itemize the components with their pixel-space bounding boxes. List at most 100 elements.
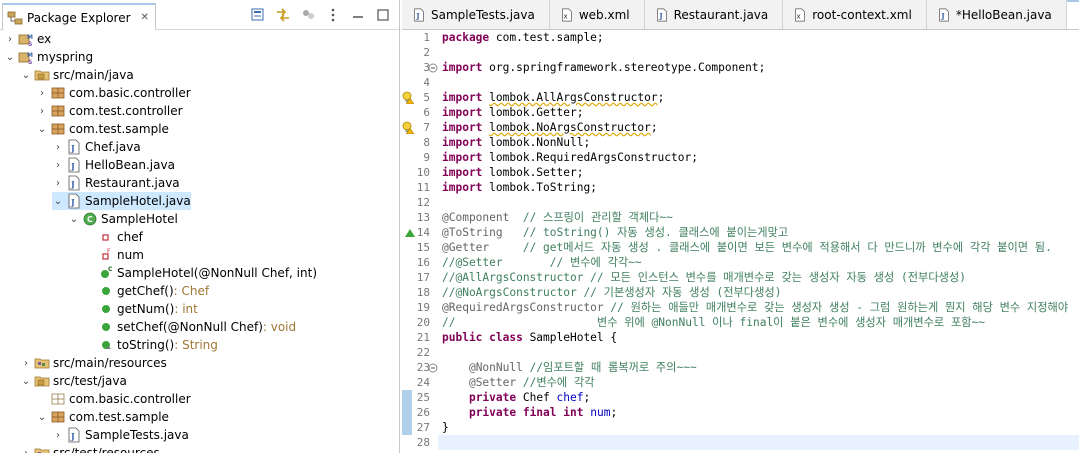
tree-item[interactable]: ⌄ M Smyspring xyxy=(4,48,93,66)
tree-item[interactable]: › J HelloBean.java xyxy=(52,156,175,174)
expand-chevron-icon[interactable]: › xyxy=(20,354,32,372)
line-number-gutter: 1 2 3 4 5 6 7 8 9 10 11 12 13 14 15 16 17 18 19 20 21 22 23 24 2… xyxy=(402,30,438,453)
code-token: @Setter xyxy=(468,376,517,389)
tree-item-label: SampleHotel.java xyxy=(85,194,191,208)
editor-tab[interactable]: J SampleTests.java xyxy=(402,0,550,29)
line-number: 22 xyxy=(416,346,430,359)
code-editor: J SampleTests.java x web.xml J Restaurant.jav… xyxy=(402,0,1079,453)
code-token: // 스프링이 관리할 객체다~~ xyxy=(509,211,673,224)
view-menu-icon[interactable] xyxy=(325,7,341,23)
svg-text:J: J xyxy=(70,431,75,441)
svg-text:C: C xyxy=(87,215,93,224)
tree-item[interactable]: › src/main/resources xyxy=(20,354,167,372)
expand-chevron-icon[interactable]: › xyxy=(52,156,64,174)
expand-chevron-icon[interactable]: › xyxy=(52,426,64,444)
tree-item[interactable]: ⌄ com.test.sample xyxy=(36,408,169,426)
tree-item[interactable]: › J SampleTests.java xyxy=(52,426,189,444)
tree-item-label: com.test.controller xyxy=(69,104,183,118)
focus-icon[interactable] xyxy=(300,7,316,23)
tree-item[interactable]: Fnum xyxy=(84,246,144,264)
editor-tab[interactable]: J *HelloBean.java xyxy=(926,0,1067,29)
expand-chevron-icon[interactable]: › xyxy=(20,444,32,453)
editor-tab-label: Restaurant.java xyxy=(673,8,769,22)
editor-tab[interactable]: J*Sa xyxy=(1066,0,1079,29)
collapse-chevron-icon[interactable]: ⌄ xyxy=(68,210,80,228)
tree-item[interactable]: getChef() : Chef xyxy=(84,282,209,300)
method-icon xyxy=(98,283,114,299)
package-explorer-header: Package Explorer ✕ xyxy=(0,0,399,30)
tree-item[interactable]: ⌄ com.test.sample xyxy=(36,120,169,138)
method-icon xyxy=(98,319,114,335)
collapse-chevron-icon[interactable]: ⌄ xyxy=(20,372,32,390)
warning-lightbulb-icon[interactable] xyxy=(402,91,414,104)
code-line: @NonNull //임포트할 때 롬복꺼로 주의~~~ xyxy=(442,360,697,375)
explorer-toolbar xyxy=(250,7,391,23)
tree-item[interactable]: ⌄ src/main/java xyxy=(20,66,134,84)
collapse-chevron-icon[interactable]: ⌄ xyxy=(20,66,32,84)
tree-item-label: src/test/java xyxy=(53,374,127,388)
close-icon[interactable]: ✕ xyxy=(141,12,149,23)
svg-text:S: S xyxy=(28,41,32,47)
tree-item[interactable]: › M Sex xyxy=(4,30,51,48)
code-token: ; xyxy=(657,91,665,104)
svg-text:J: J xyxy=(70,179,75,189)
tree-item-label: toString() xyxy=(117,338,175,352)
code-line: private Chef chef; xyxy=(442,390,590,405)
line-number: 18 xyxy=(416,286,430,299)
svg-text:F: F xyxy=(107,248,111,255)
editor-tab[interactable]: x web.xml xyxy=(549,0,645,29)
tree-item[interactable]: › src/test/resources xyxy=(20,444,160,453)
code-token: lombok.ToString; xyxy=(482,181,597,194)
code-line: import lombok.RequiredArgsConstructor; xyxy=(442,150,698,165)
link-with-editor-icon[interactable] xyxy=(275,7,291,23)
tree-item-label: SampleHotel xyxy=(101,212,178,226)
editor-tab-label: root-context.xml xyxy=(812,8,912,22)
tree-item[interactable]: ⌄ C SampleHotel xyxy=(68,210,178,228)
expand-chevron-icon[interactable]: › xyxy=(52,138,64,156)
tree-item[interactable]: setChef(@NonNull Chef) : void xyxy=(84,318,296,336)
line-number: 20 xyxy=(416,316,430,329)
tree-item[interactable]: com.basic.controller xyxy=(36,390,191,408)
package-explorer-tab[interactable]: Package Explorer ✕ xyxy=(2,3,156,30)
tree-item[interactable]: getNum() : int xyxy=(84,300,198,318)
code-line xyxy=(438,435,1079,450)
line-number: 21 xyxy=(416,331,430,344)
source-folder-icon xyxy=(34,373,50,389)
code-token: lombok.Getter; xyxy=(482,106,584,119)
line-number: 10 xyxy=(416,166,430,179)
expand-chevron-icon[interactable]: › xyxy=(36,102,48,120)
code-line: import org.springframework.stereotype.Co… xyxy=(442,60,765,75)
collapse-chevron-icon[interactable]: ⌄ xyxy=(4,48,16,66)
editor-tab[interactable]: x root-context.xml xyxy=(783,0,927,29)
tree-item[interactable]: › J Chef.java xyxy=(52,138,141,156)
tree-item-label: SampleTests.java xyxy=(85,428,189,442)
expand-chevron-icon[interactable]: › xyxy=(36,84,48,102)
tree-item[interactable]: chef xyxy=(84,228,143,246)
tree-item[interactable]: ⌄ J SampleHotel.java xyxy=(52,192,191,210)
code-line: @Component // 스프링이 관리할 객체다~~ xyxy=(442,210,673,225)
tree-item[interactable]: › com.basic.controller xyxy=(36,84,191,102)
svg-text:J: J xyxy=(658,12,663,21)
warning-lightbulb-icon[interactable] xyxy=(402,121,414,134)
expand-chevron-icon[interactable]: › xyxy=(52,174,64,192)
tree-item[interactable]: › com.test.controller xyxy=(36,102,183,120)
tree-item[interactable]: › J Restaurant.java xyxy=(52,174,180,192)
collapse-all-icon[interactable] xyxy=(250,7,266,23)
editor-tab-label: web.xml xyxy=(578,8,630,22)
minimize-icon[interactable] xyxy=(350,7,366,23)
expand-chevron-icon[interactable]: › xyxy=(4,30,16,48)
tree-item[interactable]: toString() : String xyxy=(84,336,218,354)
svg-text:M: M xyxy=(27,52,33,59)
package-icon xyxy=(50,85,66,101)
collapse-chevron-icon[interactable]: ⌄ xyxy=(36,408,48,426)
collapse-chevron-icon[interactable]: ⌄ xyxy=(36,120,48,138)
maximize-icon[interactable] xyxy=(375,7,391,23)
line-number: 2 xyxy=(423,46,430,59)
code-area[interactable]: package com.test.sample; import org.sprin… xyxy=(438,30,1079,453)
tree-item[interactable]: C SampleHotel(@NonNull Chef, int) xyxy=(84,264,317,282)
code-token: // get메서드 자동 생성 . 클래스에 붙이면 보든 변수에 적용해서 다… xyxy=(489,241,1052,254)
collapse-chevron-icon[interactable]: ⌄ xyxy=(52,192,64,210)
editor-tab[interactable]: J Restaurant.java xyxy=(644,0,784,29)
tree-item[interactable]: ⌄ src/test/java xyxy=(20,372,127,390)
